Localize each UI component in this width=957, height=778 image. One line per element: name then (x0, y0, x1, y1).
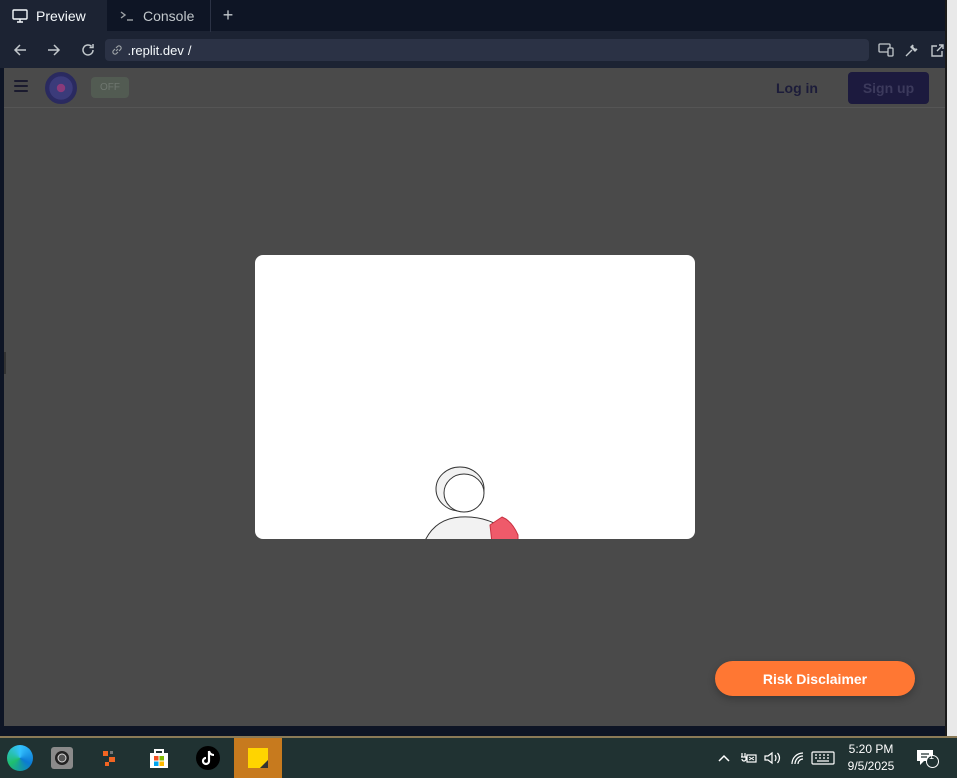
signup-button[interactable]: Sign up (848, 72, 929, 104)
terminal-icon (120, 11, 133, 21)
pane-tab-bar: Preview Console + (0, 0, 947, 32)
keyboard-icon (811, 751, 835, 765)
taskbar-app-tools[interactable] (90, 738, 130, 778)
risk-disclaimer-button[interactable]: Risk Disclaimer (715, 661, 915, 696)
hamburger-menu-icon[interactable] (14, 80, 28, 92)
scroll-marker (4, 352, 6, 374)
blocks-app-icon (103, 751, 115, 766)
modal-dialog (255, 255, 695, 539)
monitor-icon (12, 9, 28, 23)
taskbar-microsoft-store[interactable] (139, 738, 179, 778)
tab-console-label: Console (143, 8, 195, 24)
taskbar-sticky-notes[interactable] (234, 738, 282, 778)
reload-icon (81, 44, 94, 56)
tray-network[interactable] (787, 738, 809, 778)
clock-date: 9/5/2025 (847, 759, 895, 773)
chevron-up-icon (718, 754, 730, 762)
signup-label: Sign up (862, 80, 915, 96)
devtools-button[interactable] (903, 41, 921, 59)
taskbar-edge-browser[interactable] (0, 738, 40, 778)
edge-browser-icon (7, 745, 33, 771)
site-logo[interactable] (45, 72, 77, 104)
tray-overflow-button[interactable] (714, 738, 734, 778)
mode-toggle[interactable]: OFF (91, 77, 129, 98)
url-host: .replit.dev (127, 42, 184, 58)
camera-app-icon (51, 747, 73, 769)
tab-preview[interactable]: Preview (0, 0, 107, 32)
store-icon (150, 749, 168, 768)
devices-button[interactable] (877, 41, 895, 59)
preview-viewport: OFF Log in Sign up Risk Disclaimer (4, 68, 945, 726)
speaker-icon (764, 751, 781, 765)
tab-preview-label: Preview (36, 8, 86, 24)
browser-toolbar: .replit.dev / (0, 32, 947, 68)
notification-count: 1 (929, 751, 935, 761)
tiktok-icon (196, 746, 220, 770)
tray-power[interactable] (737, 738, 759, 778)
notification-center-button[interactable]: 1 (912, 738, 942, 778)
taskbar-tiktok[interactable] (188, 738, 228, 778)
arrow-left-icon (13, 44, 26, 56)
external-link-icon (931, 43, 945, 57)
tab-console[interactable]: Console (107, 0, 211, 32)
site-navbar: OFF Log in Sign up (4, 68, 945, 108)
tray-keyboard[interactable] (810, 738, 836, 778)
reload-button[interactable] (74, 36, 102, 64)
toolbar-actions (877, 41, 947, 59)
wrench-icon (905, 44, 918, 56)
sticky-notes-icon (248, 748, 268, 768)
toggle-label: OFF (100, 82, 120, 93)
login-button[interactable]: Log in (768, 78, 826, 98)
arrow-right-icon (47, 44, 60, 56)
notification-icon (917, 750, 939, 768)
battery-plug-icon (741, 753, 757, 763)
person-illustration (425, 466, 519, 539)
link-icon (112, 45, 123, 55)
taskbar-app-camera[interactable] (42, 738, 82, 778)
wifi-icon (791, 752, 804, 765)
windows-taskbar: 5:20 PM 9/5/2025 1 (0, 738, 957, 778)
clock-time: 5:20 PM (848, 742, 894, 756)
url-path: / (187, 42, 192, 58)
devices-icon (878, 43, 894, 57)
url-field[interactable]: .replit.dev / (105, 39, 869, 61)
back-button[interactable] (6, 36, 34, 64)
tray-volume[interactable] (762, 738, 784, 778)
taskbar-clock[interactable]: 5:20 PM 9/5/2025 (838, 741, 904, 775)
plus-icon: + (222, 5, 234, 25)
screen: Preview Console + .replit.dev / OFF Log … (0, 0, 957, 778)
window-edge-light (947, 0, 957, 738)
risk-disclaimer-label: Risk Disclaimer (762, 670, 868, 687)
new-tab-button[interactable]: + (211, 0, 245, 31)
forward-button[interactable] (40, 36, 68, 64)
